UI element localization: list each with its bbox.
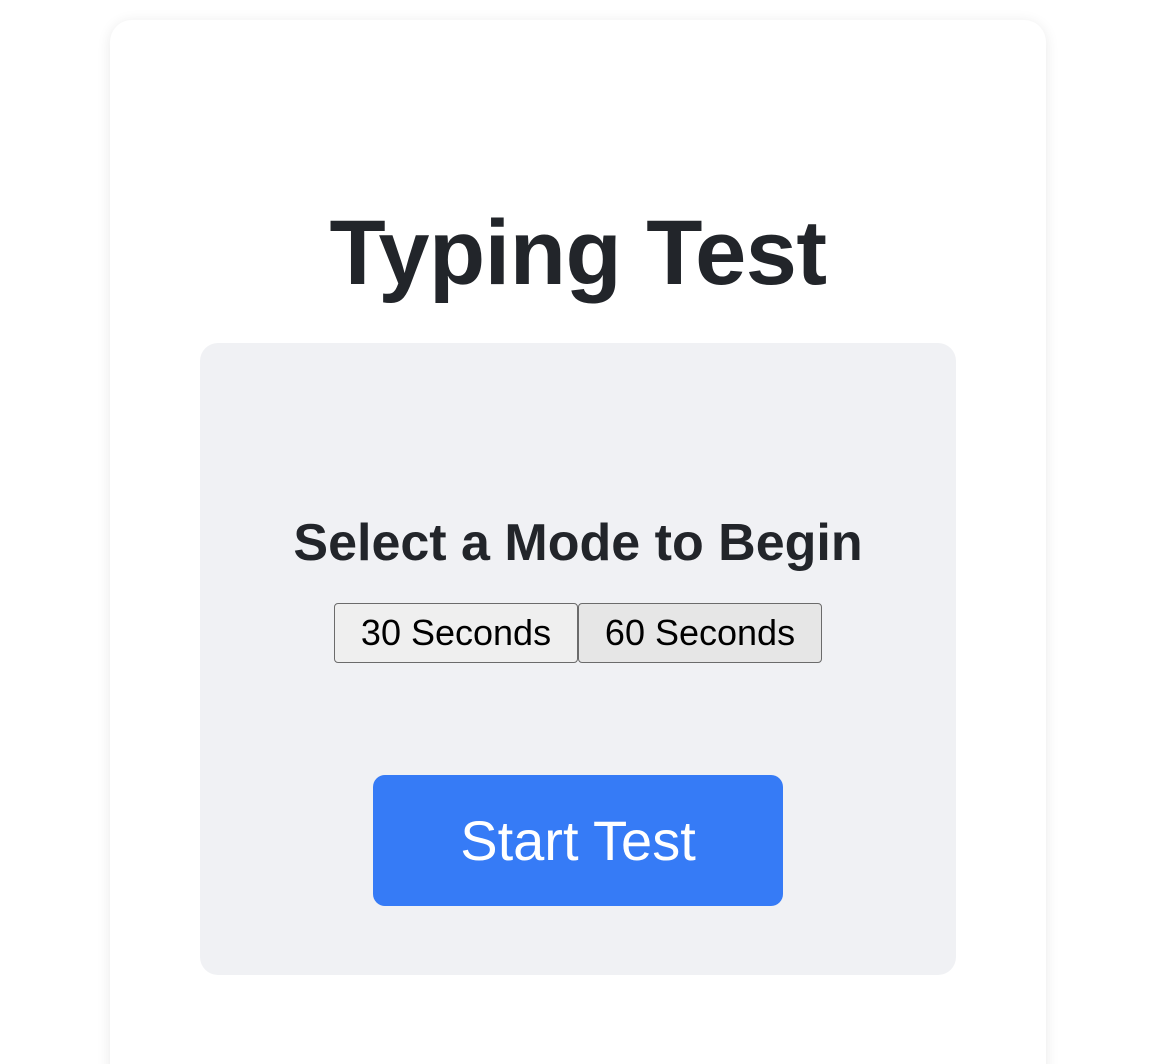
page: Typing Test Select a Mode to Begin 30 Se… xyxy=(0,0,1158,1064)
page-title: Typing Test xyxy=(329,202,827,304)
start-test-button[interactable]: Start Test xyxy=(373,775,783,906)
mode-button-group: 30 Seconds 60 Seconds xyxy=(334,603,822,663)
mode-60-seconds-button[interactable]: 60 Seconds xyxy=(578,603,822,663)
main-card: Typing Test Select a Mode to Begin 30 Se… xyxy=(110,20,1046,1064)
mode-selection-panel: Select a Mode to Begin 30 Seconds 60 Sec… xyxy=(200,343,956,975)
panel-heading: Select a Mode to Begin xyxy=(293,514,863,572)
mode-30-seconds-button[interactable]: 30 Seconds xyxy=(334,603,578,663)
